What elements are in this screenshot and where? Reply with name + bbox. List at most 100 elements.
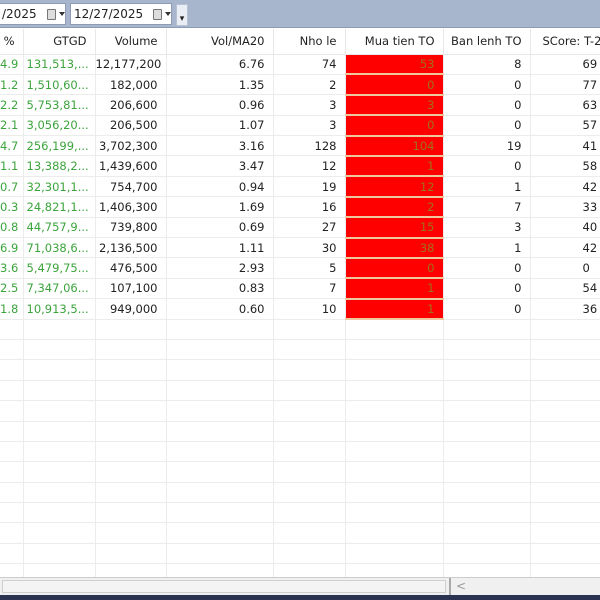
- table-cell: [95, 359, 167, 381]
- table-cell: [530, 319, 600, 340]
- table-cell: [273, 319, 346, 340]
- table-cell: [95, 461, 167, 483]
- table-cell: [95, 380, 167, 402]
- table-cell: [0, 563, 24, 577]
- table-cell: 3,702,300: [95, 135, 167, 157]
- table-cell: [23, 522, 96, 544]
- table-row[interactable]: 0.8 44,757,9... 739,800 0.69 27 15 3 40: [0, 217, 600, 239]
- table-row[interactable]: 2.1 3,056,20... 206,500 1.07 3 0 0 57: [0, 115, 600, 137]
- calendar-icon[interactable]: [153, 8, 162, 20]
- table-cell: [95, 421, 167, 442]
- pane-splitter[interactable]: [449, 578, 451, 596]
- horizontal-scrollbar[interactable]: <: [0, 577, 600, 596]
- table-cell: [23, 319, 96, 340]
- table-row[interactable]: 2.2 5,753,81... 206,600 0.96 3 3 0 63: [0, 94, 600, 117]
- table-cell: 0.3: [0, 196, 24, 218]
- table-row[interactable]: 2.5 7,347,06... 107,100 0.83 7 1 0 54: [0, 278, 600, 300]
- table-cell: 1.35: [166, 74, 274, 96]
- table-cell: 476,500: [95, 257, 167, 279]
- table-cell: [166, 441, 274, 463]
- table-cell: 739,800: [95, 217, 167, 239]
- column-header[interactable]: Ban lenh TO: [443, 29, 531, 55]
- table-cell: [345, 319, 444, 340]
- table-cell: 107,100: [95, 278, 167, 300]
- table-row[interactable]: 1.1 13,388,2... 1,439,600 3.47 12 1 0 58: [0, 155, 600, 178]
- table-row[interactable]: 3.6 5,479,75... 476,500 2.93 5 0 0 0: [0, 257, 600, 280]
- table-cell: [345, 563, 444, 577]
- table-row[interactable]: 4.7 256,199,... 3,702,300 3.16 128 104 19 41: [0, 135, 600, 157]
- table-row[interactable]: [0, 563, 600, 577]
- table-row[interactable]: [0, 502, 600, 524]
- table-cell: [443, 502, 531, 524]
- taskbar-edge: [0, 595, 600, 600]
- table-cell: 0: [443, 155, 531, 177]
- scrollbar-thumb[interactable]: [2, 580, 446, 593]
- table-row[interactable]: 0.7 32,301,1... 754,700 0.94 19 12 1 42: [0, 176, 600, 198]
- date-from-picker[interactable]: /2025: [0, 3, 66, 25]
- table-row[interactable]: 4.9 131,513,... 12,177,200 6.76 74 53 8 69: [0, 54, 600, 76]
- table-cell: 0: [345, 74, 444, 96]
- table-cell: 5: [273, 257, 346, 279]
- table-cell: [273, 563, 346, 577]
- table-row[interactable]: 6.9 71,038,6... 2,136,500 1.11 30 38 1 42: [0, 237, 600, 259]
- table-cell: [443, 543, 531, 565]
- table-row[interactable]: [0, 461, 600, 483]
- table-cell: 0.94: [166, 176, 274, 198]
- table-cell: [0, 482, 24, 504]
- column-header[interactable]: SCore: T-2: [530, 29, 600, 55]
- table-cell: 1,510,60...: [23, 74, 96, 96]
- column-header[interactable]: %: [0, 29, 24, 55]
- table-cell: [345, 359, 444, 381]
- toolbar: /2025 12/27/2025 ▾: [0, 0, 600, 28]
- table-row[interactable]: [0, 482, 600, 504]
- table-cell: [273, 441, 346, 463]
- table-cell: [530, 400, 600, 422]
- table-row[interactable]: [0, 339, 600, 361]
- calendar-icon[interactable]: [46, 8, 56, 20]
- table-cell: [345, 543, 444, 565]
- table-cell: 24,821,1...: [23, 196, 96, 218]
- table-cell: 1.69: [166, 196, 274, 218]
- table-cell: [166, 482, 274, 504]
- table-cell: [166, 319, 274, 340]
- table-cell: [345, 441, 444, 463]
- table-cell: 0.60: [166, 298, 274, 320]
- table-cell: 0: [443, 278, 531, 300]
- chevron-down-icon[interactable]: [165, 12, 171, 16]
- table-cell: [95, 543, 167, 565]
- table-row[interactable]: 0.3 24,821,1... 1,406,300 1.69 16 2 7 33: [0, 196, 600, 219]
- table-cell: [273, 482, 346, 504]
- table-row[interactable]: [0, 380, 600, 402]
- table-cell: 754,700: [95, 176, 167, 198]
- table-cell: [273, 461, 346, 483]
- table-row[interactable]: [0, 522, 600, 544]
- table-cell: [23, 441, 96, 463]
- table-cell: [95, 441, 167, 463]
- column-header[interactable]: GTGD: [23, 29, 96, 55]
- table-cell: 0: [345, 115, 444, 137]
- table-row[interactable]: [0, 543, 600, 565]
- table-row[interactable]: 1.8 10,913,5... 949,000 0.60 10 1 0 36: [0, 298, 600, 321]
- table-cell: 36: [530, 298, 600, 320]
- table-cell: 0: [443, 115, 531, 137]
- chevron-down-icon[interactable]: [59, 12, 65, 16]
- toolbar-overflow-button[interactable]: ▾: [176, 4, 188, 26]
- table-cell: [166, 461, 274, 483]
- table-cell: [345, 380, 444, 402]
- table-cell: [0, 380, 24, 402]
- table-row[interactable]: 1.2 1,510,60... 182,000 1.35 2 0 0 77: [0, 74, 600, 96]
- table-cell: [0, 441, 24, 463]
- scroll-left-arrow[interactable]: <: [456, 579, 466, 593]
- table-row[interactable]: [0, 400, 600, 422]
- column-header[interactable]: Nho le: [273, 29, 346, 55]
- column-header[interactable]: Vol/MA20: [166, 29, 274, 55]
- table-cell: 74: [273, 54, 346, 75]
- table-row[interactable]: [0, 319, 600, 340]
- table-row[interactable]: [0, 441, 600, 463]
- table-row[interactable]: [0, 421, 600, 442]
- column-header[interactable]: Mua tien TO: [345, 29, 444, 55]
- date-to-picker[interactable]: 12/27/2025: [70, 3, 172, 25]
- table-row[interactable]: [0, 359, 600, 381]
- table-cell: [530, 502, 600, 524]
- column-header[interactable]: Volume: [95, 29, 167, 55]
